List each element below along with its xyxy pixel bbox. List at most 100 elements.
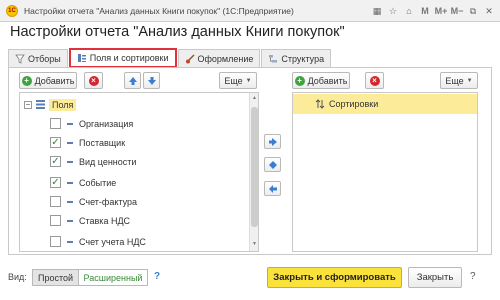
field-checkbox[interactable] [50,236,61,247]
plus-icon: + [294,75,305,86]
title-bar: 1С Настройки отчета "Анализ данных Книги… [0,0,500,22]
field-icon [67,122,73,125]
list-item[interactable]: ✓ Вид ценности [50,152,136,171]
field-label: Поставщик [79,137,126,148]
field-label: Ставка НДС [79,215,131,226]
fields-tree: − Поля Организация ✓ Поставщик ✓ Вид цен… [19,92,259,252]
tab-appearance[interactable]: Оформление [177,49,261,68]
more-label-left: Еще [224,75,243,86]
more-button-left[interactable]: Еще ▼ [219,72,257,89]
list-item[interactable]: Ставка НДС [50,211,130,230]
field-icon [67,181,73,184]
star-icon[interactable]: ☆ [386,4,400,18]
m-minus-icon[interactable]: M− [450,4,464,18]
tab-structure[interactable]: Структура [261,49,332,68]
view-extended-button[interactable]: Расширенный [78,269,148,286]
fields-root-row[interactable]: − Поля [24,95,77,114]
tab-fields-sorting[interactable]: Поля и сортировки [68,48,177,68]
list-item[interactable]: Счет учета НДС [50,232,146,251]
sorting-tree: Сортировки [292,92,478,252]
field-icon [67,141,73,144]
field-label: Вид ценности [79,156,137,167]
move-sort-button[interactable] [264,157,281,172]
field-icon [67,200,73,203]
list-item[interactable]: ✓ Событие [50,173,116,192]
field-label: Счет-фактура [79,196,137,207]
delete-field-button[interactable]: × [84,72,103,89]
brush-icon [185,54,195,64]
add-field-label: Добавить [34,75,75,86]
move-down-button[interactable] [143,72,160,89]
view-simple-button[interactable]: Простой [32,269,79,286]
scroll-up-icon[interactable]: ▲ [251,95,258,103]
field-label: Событие [79,177,117,188]
diamond-icon [268,160,277,169]
plus-icon: + [21,75,32,86]
window-title: Настройки отчета "Анализ данных Книги по… [24,5,294,16]
delete-sort-button[interactable]: × [365,72,384,89]
filter-icon [15,54,25,64]
help-icon[interactable]: ? [154,271,160,282]
list-item[interactable]: ✓ Поставщик [50,133,125,152]
caret-down-icon: ▼ [466,77,473,84]
title-bar-icons: ▦ ☆ ⌂ M M+ M− ⧉ ✕ [370,4,496,18]
sorting-root-row[interactable]: Сортировки [293,94,477,114]
view-label: Вид: [8,272,27,282]
arrow-right-icon [268,137,277,146]
add-sort-button[interactable] [264,134,281,149]
list-item[interactable]: Счет-фактура [50,192,137,211]
fields-sort-icon [77,54,86,62]
field-label: Счет учета НДС [79,236,146,247]
field-checkbox[interactable] [50,118,61,129]
add-sort-label: Добавить [307,75,348,86]
field-checkbox[interactable]: ✓ [50,156,61,167]
more-button-right[interactable]: Еще ▼ [440,72,478,89]
grid-icon[interactable]: ▦ [370,4,384,18]
tab-filters-label: Отборы [28,54,61,64]
list-item[interactable]: Организация [50,114,133,133]
field-label: Организация [79,118,134,129]
m-icon[interactable]: M [418,4,432,18]
tab-filters[interactable]: Отборы [8,49,68,68]
scrollbar-thumb[interactable] [251,107,258,227]
tab-structure-label: Структура [281,54,325,64]
tab-fields-sorting-label: Поля и сортировки [89,53,169,63]
sorting-root-label: Сортировки [329,99,379,109]
field-checkbox[interactable] [50,196,61,207]
collapse-icon[interactable]: − [24,100,32,109]
scroll-down-icon[interactable]: ▼ [251,241,258,249]
page-title: Настройки отчета "Анализ данных Книги по… [10,24,345,40]
arrow-down-icon [147,76,156,85]
field-checkbox[interactable]: ✓ [50,137,61,148]
structure-icon [269,55,278,63]
remove-sort-button[interactable] [264,181,281,196]
more-label-right: Еще [445,75,464,86]
arrow-left-double-icon [268,184,277,193]
delete-icon: × [369,75,380,86]
move-up-button[interactable] [124,72,141,89]
close-button[interactable]: Закрыть [408,267,462,288]
delete-icon: × [88,75,99,86]
m-plus-icon[interactable]: M+ [434,4,448,18]
close-and-generate-button[interactable]: Закрыть и сформировать [267,267,402,288]
field-icon [67,160,73,163]
help-question-icon[interactable]: ? [470,271,476,282]
fields-root-label: Поля [49,98,77,111]
close-icon[interactable]: ✕ [482,4,496,18]
list-icon [36,100,45,109]
add-sort-toolbar-button[interactable]: + Добавить [292,72,350,89]
tab-appearance-label: Оформление [197,54,254,64]
caret-down-icon: ▼ [245,77,252,84]
scrollbar[interactable]: ▲ ▼ [249,93,258,251]
add-field-button[interactable]: + Добавить [19,72,77,89]
arrow-up-icon [128,76,137,85]
field-checkbox[interactable] [50,215,61,226]
home-icon[interactable]: ⌂ [402,4,416,18]
bottom-bar: Вид: Простой Расширенный ? Закрыть и сфо… [0,262,500,300]
tab-bar: Отборы Поля и сортировки Оформление Стру… [8,48,332,68]
field-checkbox[interactable]: ✓ [50,177,61,188]
restore-icon[interactable]: ⧉ [466,4,480,18]
field-icon [67,240,73,243]
sort-arrows-icon [315,99,325,109]
field-icon [67,219,73,222]
